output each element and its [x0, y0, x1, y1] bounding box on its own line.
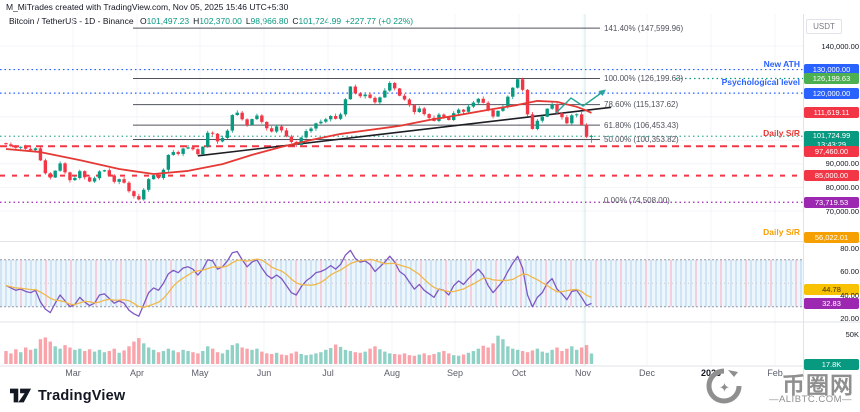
line-tag: Daily S/R: [763, 128, 800, 138]
time-axis-label: Dec: [639, 368, 655, 378]
price-axis-label: 111,619.11: [804, 107, 859, 118]
time-axis-label: Aug: [384, 368, 400, 378]
price-axis-label: 20.00: [804, 313, 860, 324]
price-axis-label: 120,000.00: [804, 88, 859, 99]
fib-level-label: 50.00% (100,353.82): [604, 135, 679, 144]
price-axis-label: 90,000.00: [804, 158, 860, 169]
tradingview-logo[interactable]: TradingView: [10, 387, 125, 404]
site-watermark: ✦ 币圈网 —ALIBTC.COM—: [706, 364, 856, 412]
price-axis-label: 60.00: [804, 266, 860, 277]
price-axis-label: 50K: [804, 329, 860, 340]
chart-snapshot: M_MiTrades created with TradingView.com,…: [0, 0, 860, 412]
line-tag: Psychological level: [722, 77, 800, 87]
time-axis-label: Jul: [322, 368, 334, 378]
tradingview-brand: TradingView: [38, 388, 125, 404]
price-chart-canvas[interactable]: [0, 0, 860, 412]
time-axis-label: Apr: [130, 368, 144, 378]
svg-text:✦: ✦: [719, 380, 730, 395]
fib-level-label: 0.00% (74,508.00): [604, 196, 670, 205]
fib-level-label: 78.60% (115,137.62): [604, 100, 678, 109]
watermark-logo-icon: ✦: [706, 368, 742, 404]
time-axis-label: Jun: [257, 368, 272, 378]
watermark-site-text: —ALIBTC.COM—: [769, 394, 852, 405]
currency-toggle[interactable]: USDT: [806, 19, 842, 34]
time-axis-label: Mar: [65, 368, 81, 378]
price-axis-label: 140,000.00: [804, 41, 860, 52]
price-axis-label: 80.00: [804, 243, 860, 254]
fib-level-label: 141.40% (147,599.96): [604, 24, 683, 33]
axis-divider: [803, 14, 804, 380]
fib-level-label: 100.00% (126,199.63): [604, 74, 683, 83]
time-axis-label: Oct: [512, 368, 526, 378]
line-tag: New ATH: [764, 59, 800, 69]
line-tag: Daily S/R: [763, 227, 800, 237]
time-axis-label: Nov: [575, 368, 591, 378]
tradingview-logo-icon: [10, 387, 32, 404]
fib-level-label: 61.80% (106,453.43): [604, 121, 679, 130]
time-axis-label: May: [191, 368, 208, 378]
price-axis-label: 126,199.63: [804, 73, 859, 84]
price-axis-label: 32.83: [804, 298, 859, 309]
price-axis-label: 70,000.00: [804, 206, 860, 217]
price-axis-label: 80,000.00: [804, 182, 860, 193]
price-axis-label: 85,000.00: [804, 170, 859, 181]
price-axis-label: 97,460.00: [804, 146, 859, 157]
time-axis-label: Sep: [447, 368, 463, 378]
